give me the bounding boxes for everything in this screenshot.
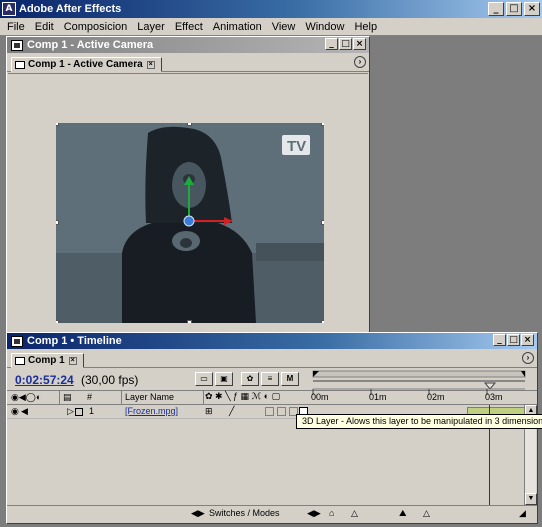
quality-switch-icon[interactable]: ╱ xyxy=(229,406,234,417)
menu-help[interactable]: Help xyxy=(349,21,382,33)
handle-top-left[interactable] xyxy=(56,123,59,126)
expand-layer-icon[interactable]: ▷ xyxy=(67,406,74,417)
menu-file[interactable]: File xyxy=(2,21,30,33)
app-logo-icon: A xyxy=(2,2,16,16)
comp-tab-row: Comp 1 - Active Camera × › xyxy=(7,53,369,72)
timeline-minimize-button[interactable]: _ xyxy=(493,334,506,346)
zoom-slider-icon[interactable]: △ xyxy=(423,508,430,519)
column-divider xyxy=(121,391,122,404)
menu-bar: File Edit Composicion Layer Effect Anima… xyxy=(0,18,542,35)
comp-viewer: TV xyxy=(8,73,368,331)
handle-bottom-right[interactable] xyxy=(321,320,324,323)
app-title: Adobe After Effects xyxy=(19,3,122,15)
menu-animation[interactable]: Animation xyxy=(208,21,267,33)
video-switch-icon[interactable]: ◉ xyxy=(11,406,19,417)
layer-name[interactable]: [Frozen.mpg] xyxy=(125,406,178,416)
fps-label: (30,00 fps) xyxy=(81,373,139,387)
current-timecode[interactable]: 0:02:57:24 xyxy=(15,373,74,387)
comp-canvas[interactable]: TV xyxy=(56,123,324,323)
menu-edit[interactable]: Edit xyxy=(30,21,59,33)
av-features-header-icon: ◉◀◯◐ xyxy=(11,392,42,402)
close-button[interactable]: × xyxy=(524,2,540,16)
timeline-tab-close-icon[interactable]: × xyxy=(68,356,77,365)
resize-grip-icon[interactable]: ◢ xyxy=(519,508,526,519)
column-divider xyxy=(203,391,204,404)
comp-marker-icon[interactable]: ▭ xyxy=(195,372,213,386)
switch-box[interactable] xyxy=(277,407,286,416)
comp-tab-label: Comp 1 - Active Camera xyxy=(28,59,143,70)
label-header-icon: ▤ xyxy=(63,392,72,402)
switches-header-icons: ✿ ✱ ╲ ƒ ▦ ℳ ◐ ▢ xyxy=(205,391,281,401)
handle-top-right[interactable] xyxy=(321,123,324,126)
label-color-swatch[interactable] xyxy=(75,408,83,416)
minimize-button[interactable]: _ xyxy=(488,2,504,16)
comp-tab-icon xyxy=(15,60,25,69)
comp-close-button[interactable]: × xyxy=(353,38,366,50)
app-title-bar: A Adobe After Effects _ □ × xyxy=(0,0,542,18)
tab-close-icon[interactable]: × xyxy=(146,60,155,69)
comp-title: Comp 1 - Active Camera xyxy=(27,39,154,51)
timeline-title: Comp 1 • Timeline xyxy=(27,335,122,347)
comp-maximize-button[interactable]: □ xyxy=(339,38,352,50)
timeline-tab-row: Comp 1 × › xyxy=(7,349,537,368)
handle-middle-left[interactable] xyxy=(56,220,59,225)
layer-number-header: # xyxy=(87,392,93,402)
layer-name-header[interactable]: Layer Name xyxy=(125,392,174,402)
scroll-down-icon[interactable]: ▼ xyxy=(525,493,537,505)
tab-comp-1[interactable]: Comp 1 × xyxy=(11,353,84,368)
shy-layers-icon[interactable]: ✿ xyxy=(241,372,259,386)
tooltip-3d-layer: 3D Layer - Alows this layer to be manipu… xyxy=(296,414,542,429)
timeline-bottom-bar: ◀▶ Switches / Modes ◀▶ ⌂ △ ⛰ △ ◢ xyxy=(7,505,537,521)
maximize-button[interactable]: □ xyxy=(506,2,522,16)
mtv-logo-text: TV xyxy=(287,138,306,155)
timeline-maximize-button[interactable]: □ xyxy=(507,334,520,346)
timeline-panel-menu-icon[interactable]: › xyxy=(522,352,534,364)
switch-box[interactable] xyxy=(265,407,274,416)
timeline-close-button[interactable]: × xyxy=(521,334,534,346)
comp-title-bar[interactable]: Comp 1 - Active Camera _ □ × xyxy=(7,37,369,53)
audio-switch-icon[interactable]: ◀ xyxy=(21,406,28,417)
scroll-left-icon[interactable]: ◀▶ xyxy=(191,508,205,519)
comp-minimize-button[interactable]: _ xyxy=(325,38,338,50)
zoom-out-icon[interactable]: ⌂ xyxy=(329,508,334,518)
menu-layer[interactable]: Layer xyxy=(132,21,170,33)
zoom-slider-thumb-icon[interactable]: △ xyxy=(351,508,358,519)
timeline-nav-arrows-icon[interactable]: ◀▶ xyxy=(307,508,321,519)
tab-comp-active-camera[interactable]: Comp 1 - Active Camera × xyxy=(11,57,162,72)
video-frame: TV xyxy=(56,123,324,323)
timeline-column-headers: ◉◀◯◐ ▤ # Layer Name ✿ ✱ ╲ ƒ ▦ ℳ ◐ ▢ xyxy=(7,391,537,405)
comp-snapshot-icon[interactable]: ▣ xyxy=(215,372,233,386)
switches-modes-toggle[interactable]: Switches / Modes xyxy=(209,508,280,518)
handle-bottom-center[interactable] xyxy=(187,320,192,323)
handle-middle-right[interactable] xyxy=(321,220,324,225)
handle-bottom-left[interactable] xyxy=(56,320,59,323)
handle-top-center[interactable] xyxy=(187,123,192,126)
frame-blending-icon[interactable]: ≡ xyxy=(261,372,279,386)
menu-view[interactable]: View xyxy=(267,21,301,33)
comp-window-icon xyxy=(11,39,23,51)
shy-switch-icon[interactable]: ⊞ xyxy=(205,406,213,417)
timeline-window-icon xyxy=(11,335,23,347)
timeline-tab-label: Comp 1 xyxy=(28,355,65,366)
menu-effect[interactable]: Effect xyxy=(170,21,208,33)
zoom-in-icon[interactable]: ⛰ xyxy=(399,508,407,519)
menu-window[interactable]: Window xyxy=(300,21,349,33)
panel-menu-icon[interactable]: › xyxy=(354,56,366,68)
motion-blur-icon[interactable]: M xyxy=(281,372,299,386)
composition-window: Comp 1 - Active Camera _ □ × Comp 1 - Ac… xyxy=(6,36,370,334)
timeline-tab-icon xyxy=(15,356,25,365)
timeline-title-bar[interactable]: Comp 1 • Timeline _ □ × xyxy=(7,333,537,349)
menu-composicion[interactable]: Composicion xyxy=(59,21,133,33)
column-divider xyxy=(59,391,60,404)
layer-number: 1 xyxy=(89,406,95,416)
